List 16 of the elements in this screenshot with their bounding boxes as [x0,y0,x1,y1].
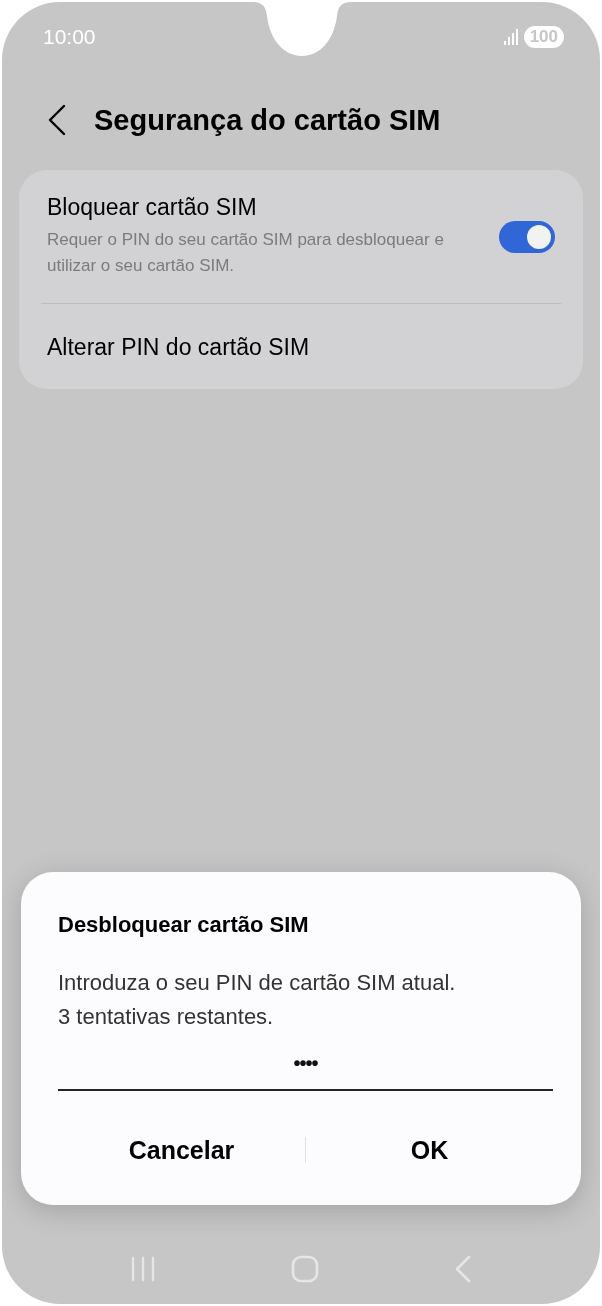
setting-title[interactable]: Bloquear cartão SIM [47,194,489,221]
page-title: Segurança do cartão SIM [94,103,441,137]
toggle-switch[interactable] [499,220,555,253]
setting-title[interactable]: Alterar PIN do cartão SIM [47,334,555,361]
recents-icon[interactable] [129,1255,156,1282]
pin-field[interactable]: •••• [58,1048,553,1091]
home-icon[interactable] [291,1254,319,1283]
back-icon[interactable] [46,104,68,136]
setting-summary: Requer o PIN do seu cartão SIM para desbloquear e utilizar o seu cartão SIM. [47,229,445,277]
signal-icon [503,29,519,45]
cancel-button[interactable]: Cancelar [58,1123,305,1177]
clock-time: 10:00 [43,25,96,49]
dialog-title: Desbloquear cartão SIM [58,912,310,938]
ok-button[interactable]: OK [306,1123,553,1177]
battery-level: 100 [523,26,564,48]
dialog-message: Introduza o seu PIN de cartão SIM atual. 3 tentativas restantes. [58,969,457,1031]
